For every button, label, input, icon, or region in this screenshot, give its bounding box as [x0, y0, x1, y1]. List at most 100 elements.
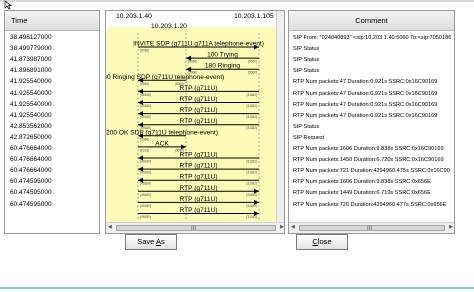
left-port-label: (5060) [140, 49, 149, 53]
scroll-left-arrow-icon[interactable]: ◀ [108, 224, 112, 230]
time-row[interactable]: 60.476664000 [10, 166, 52, 176]
message-label: RTP (g711U) [179, 196, 217, 203]
comment-row[interactable]: SIP Status [293, 44, 319, 54]
diagram-vertical-scrollbar[interactable] [276, 11, 284, 223]
time-row[interactable]: 41.896891000 [10, 66, 52, 76]
right-port-label: (31182) [246, 115, 257, 119]
right-port-label: (31182) [246, 93, 257, 97]
flow-diagram-canvas: INVITE SDP (g711U g711A telephone-event)… [106, 33, 264, 221]
message-label: RTP (g711U) [179, 174, 217, 181]
time-row[interactable]: 42.872650000 [10, 133, 52, 143]
time-row[interactable]: 60.476664000 [10, 144, 52, 154]
comment-row[interactable]: SIP From: "024040893" <sip:10.203.1.40:5… [293, 33, 451, 43]
time-row[interactable]: 60.474595000 [10, 200, 52, 210]
comment-row[interactable]: RTP Num packets:1450 Duration:6.720s SSR… [293, 155, 444, 165]
close-label-post: lose [317, 237, 332, 246]
message-label: RTP (g711U) [179, 163, 217, 170]
right-port-label: (31182) [246, 104, 257, 108]
time-row[interactable]: 41.925540000 [10, 111, 52, 121]
diagram-scroll-thumb[interactable]: III [116, 225, 276, 232]
comment-row[interactable]: RTP Num packets:1606 Duration:9.838s SSR… [293, 144, 444, 154]
time-row[interactable]: 38.499779000 [10, 44, 52, 54]
message-label: RTP (g711U) [179, 152, 217, 159]
left-port-label: (49180) [140, 104, 151, 108]
right-port-label: (5060) [248, 71, 257, 75]
message-label: RTP (g711U) [179, 96, 217, 103]
left-port-label: (49180) [140, 115, 151, 119]
message-label: ACK [155, 140, 169, 147]
comment-row[interactable]: RTP Num packets:1449 Duration:6.719s SSR… [293, 188, 431, 198]
time-row[interactable]: 60.476664000 [10, 155, 52, 165]
message-arrow[interactable]: INVITE SDP (g711U g711A telephone-event)… [133, 41, 264, 53]
window-top-border [0, 0, 474, 2]
comment-row[interactable]: SIP Request [293, 133, 324, 143]
right-port-label: (31182) [246, 182, 257, 186]
comment-row[interactable]: RTP Num packets:1606 Duration:9.838s SSR… [293, 177, 431, 187]
close-button[interactable]: Close [296, 234, 348, 250]
left-port-label: (6216) [140, 148, 149, 152]
right-port-label: (31182) [246, 126, 257, 130]
right-port-label: (31182) [246, 160, 257, 164]
right-port-label: (31182) [246, 193, 257, 197]
left-port-label: (49180) [140, 204, 151, 208]
message-label: 200 OK SDP (g711U telephone-event) [106, 129, 218, 136]
time-row[interactable]: 41.925540000 [10, 77, 52, 87]
comment-column-header[interactable]: Comment [289, 11, 454, 31]
message-label: RTP (g711U) [179, 118, 217, 125]
comment-row[interactable]: SIP Status [293, 122, 319, 132]
message-arrow[interactable]: RTP (g711U) (49180) (31182) [138, 207, 259, 219]
left-port-label: (49180) [140, 93, 151, 97]
save-as-button[interactable]: Save As [125, 234, 177, 250]
message-label: RTP (g711U) [179, 85, 217, 92]
message-label: INVITE SDP (g711U g711A telephone-event) [133, 41, 264, 48]
comment-row[interactable]: RTP Num packets:47 Duration:0.921s SSRC:… [293, 89, 437, 99]
message-label: 180 Ringing SDP (g711U telephone-event) [106, 74, 224, 81]
left-port-label: (49180) [140, 193, 151, 197]
comment-scroll-left-arrow-icon[interactable]: ◀ [291, 224, 295, 230]
comment-row[interactable]: RTP Num packets:721 Duration:4294960.475… [293, 166, 450, 176]
comment-row[interactable]: SIP Status [293, 66, 319, 76]
diagram-horizontal-scrollbar[interactable]: ◀ III ▶ [106, 222, 284, 233]
left-port-label: (49180) [140, 171, 151, 175]
message-label: RTP (g711U) [179, 185, 217, 192]
time-row[interactable]: 60.474595000 [10, 188, 52, 198]
comment-scroll-thumb[interactable]: III [299, 225, 445, 232]
right-port-label: (31182) [246, 204, 257, 208]
right-port-label: (31182) [246, 215, 257, 219]
message-label: 180 Ringing [205, 63, 241, 70]
comment-row[interactable]: RTP Num packets:47 Duration:0.921s SSRC:… [293, 77, 437, 87]
comment-horizontal-scrollbar[interactable]: ◀ III ▶ [289, 222, 454, 233]
left-port-label: (5060) [140, 82, 149, 86]
mouse-cursor-icon [4, 0, 13, 10]
message-label: RTP (g711U) [179, 207, 217, 214]
save-as-label-pre: Save [137, 237, 156, 246]
left-port-label: (49180) [140, 160, 151, 164]
time-column-panel[interactable]: Time 38.498127000 38.499779000 41.87398700… [4, 10, 100, 234]
time-row[interactable]: 41.925540000 [10, 100, 52, 110]
time-row[interactable]: 60.474595000 [10, 177, 52, 187]
left-port-label: (5060) [140, 137, 149, 141]
window-bottom-border [0, 287, 474, 289]
message-label: RTP (g711U) [179, 107, 217, 114]
comment-column-panel[interactable]: Comment SIP From: "024040893" <sip:10.20… [288, 10, 455, 234]
scroll-grip: III [191, 226, 197, 232]
flow-diagram-panel[interactable]: 10.203.1.40 10.203.1.20 10.203.1.105 INV… [105, 10, 285, 234]
time-row[interactable]: 38.498127000 [10, 33, 52, 43]
right-port-label: (31182) [246, 171, 257, 175]
left-port-label: (49180) [140, 182, 151, 186]
comment-scroll-right-arrow-icon[interactable]: ▶ [449, 224, 453, 230]
right-port-label: (5060) [248, 60, 257, 64]
time-row[interactable]: 41.925540000 [10, 89, 52, 99]
save-as-label-post: s [161, 237, 165, 246]
comment-scroll-grip: III [367, 226, 373, 232]
left-port-label: (49180) [140, 215, 151, 219]
time-row[interactable]: 41.873987000 [10, 55, 52, 65]
comment-row[interactable]: RTP Num packets:47 Duration:0.921s SSRC:… [293, 100, 437, 110]
time-row[interactable]: 42.853562000 [10, 122, 52, 132]
comment-row[interactable]: RTP Num packets:47 Duration:0.921s SSRC:… [293, 111, 437, 121]
comment-row[interactable]: SIP Status [293, 55, 319, 65]
comment-row[interactable]: RTP Num packets:720 Duration:4294960.477… [293, 200, 446, 210]
scroll-right-arrow-icon[interactable]: ▶ [280, 224, 284, 230]
message-label: 100 Trying [207, 52, 238, 59]
time-column-header[interactable]: Time [5, 11, 99, 31]
